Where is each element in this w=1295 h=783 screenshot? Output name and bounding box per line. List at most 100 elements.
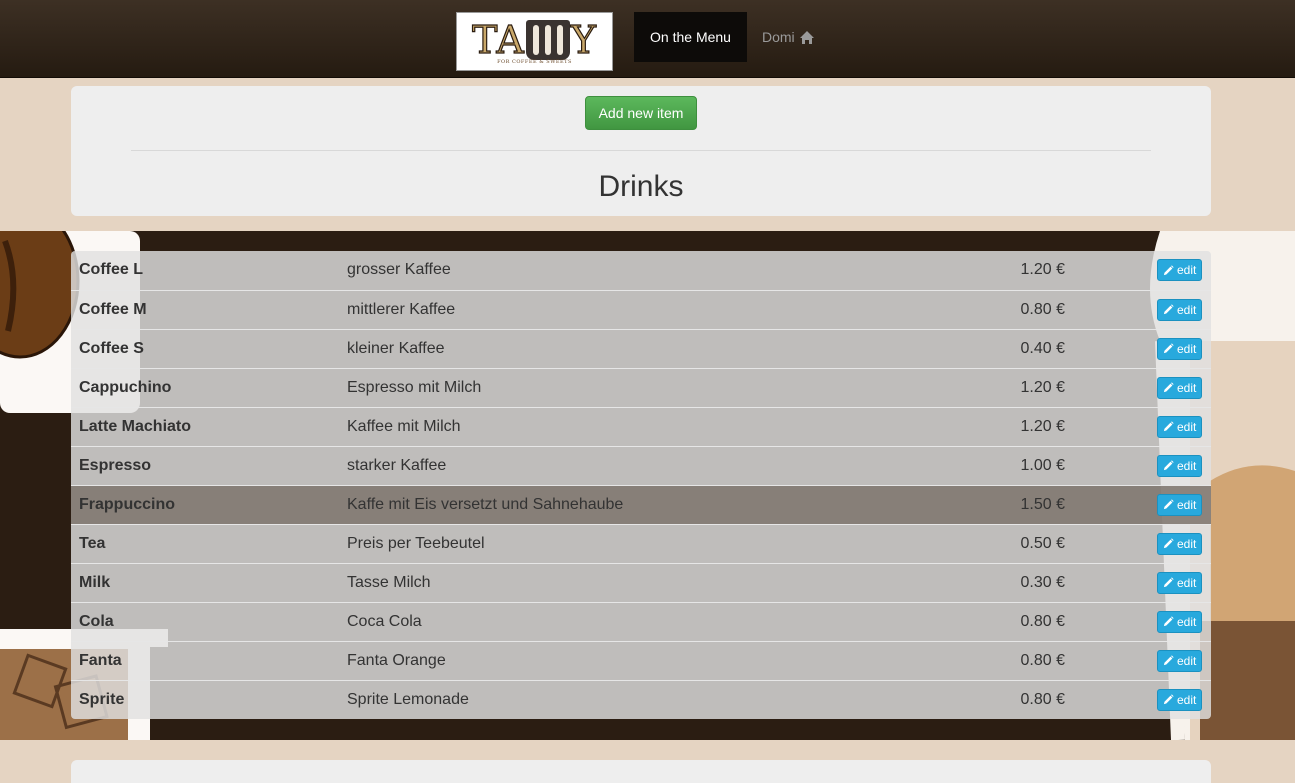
item-price: 0.40 €	[899, 328, 1075, 368]
edit-button[interactable]: edit	[1157, 610, 1203, 633]
edit-label: edit	[1177, 419, 1197, 434]
edit-button[interactable]: edit	[1157, 454, 1203, 477]
pencil-icon	[1163, 577, 1174, 588]
edit-label: edit	[1177, 653, 1197, 668]
edit-button[interactable]: edit	[1157, 259, 1203, 282]
next-section-panel	[71, 760, 1211, 783]
table-row: Sprite Sprite Lemonade 0.80 € edit	[71, 679, 1211, 719]
edit-button[interactable]: edit	[1157, 532, 1203, 555]
edit-label: edit	[1177, 302, 1197, 317]
item-name: Tea	[71, 523, 339, 563]
item-actions: edit	[1075, 679, 1211, 719]
pencil-icon	[1163, 538, 1174, 549]
item-actions: edit	[1075, 445, 1211, 485]
item-name: Frappuccino	[71, 484, 339, 524]
edit-label: edit	[1177, 692, 1197, 707]
add-new-item-button[interactable]: Add new item	[585, 96, 697, 130]
table-row: Espresso starker Kaffee 1.00 € edit	[71, 445, 1211, 485]
item-actions: edit	[1075, 328, 1211, 368]
item-actions: edit	[1075, 484, 1211, 524]
header-divider	[131, 150, 1151, 151]
logo-letters-left: TA	[471, 17, 525, 62]
item-actions: edit	[1075, 562, 1211, 602]
item-price: 0.80 €	[899, 640, 1075, 680]
section-header-panel: Add new item Drinks	[71, 86, 1211, 216]
item-name: Latte Machiato	[71, 406, 339, 446]
edit-label: edit	[1177, 536, 1197, 551]
table-row: Tea Preis per Teebeutel 0.50 € edit	[71, 523, 1211, 563]
item-actions: edit	[1075, 601, 1211, 641]
item-description: starker Kaffee	[339, 445, 899, 485]
item-description: Preis per Teebeutel	[339, 523, 899, 563]
item-price: 0.80 €	[899, 601, 1075, 641]
pencil-icon	[1163, 655, 1174, 666]
edit-button[interactable]: edit	[1157, 649, 1203, 672]
item-price: 0.80 €	[899, 679, 1075, 719]
item-name: Milk	[71, 562, 339, 602]
item-price: 1.20 €	[899, 367, 1075, 407]
logo-subtitle: FOR COFFEE & SWEETS	[497, 58, 572, 65]
item-name: Coffee S	[71, 328, 339, 368]
table-row: Cola Coca Cola 0.80 € edit	[71, 601, 1211, 641]
edit-button[interactable]: edit	[1157, 415, 1203, 438]
item-actions: edit	[1075, 640, 1211, 680]
item-name: Fanta	[71, 640, 339, 680]
edit-button[interactable]: edit	[1157, 337, 1203, 360]
item-actions: edit	[1075, 367, 1211, 407]
item-name: Coffee L	[79, 261, 143, 279]
top-navbar: TA Y FOR COFFEE & SWEETS On the Menu Dom…	[0, 0, 1295, 78]
table-row: Coffee Skleiner Kaffee 0.40 € edit	[71, 328, 1211, 368]
home-icon	[799, 30, 814, 44]
item-actions: edit	[1075, 523, 1211, 563]
item-actions: edit	[1075, 406, 1211, 446]
item-description: Fanta Orange	[339, 640, 899, 680]
nav-tab-on-the-menu[interactable]: On the Menu	[634, 12, 747, 62]
item-price: 0.50 €	[899, 523, 1075, 563]
logo-wordmark: TA Y	[471, 17, 597, 62]
item-description: grosser Kaffee	[347, 261, 451, 279]
pencil-icon	[1163, 343, 1174, 354]
item-price: 0.30 €	[899, 562, 1075, 602]
pencil-icon	[1163, 616, 1174, 627]
item-description: mittlerer Kaffee	[339, 289, 899, 329]
edit-label: edit	[1177, 458, 1197, 473]
item-price: 1.50 €	[899, 484, 1075, 524]
table-row: Frappuccino Kaffe mit Eis versetzt und Sa…	[71, 484, 1211, 524]
pencil-icon	[1163, 499, 1174, 510]
edit-label: edit	[1177, 380, 1197, 395]
item-price: 1.00 €	[899, 445, 1075, 485]
item-description: Coca Cola	[339, 601, 899, 641]
item-price: 1.20 €	[1020, 261, 1065, 279]
item-name: Espresso	[71, 445, 339, 485]
item-name: Coffee M	[71, 289, 339, 329]
nav-user-label: Domi	[762, 29, 795, 45]
item-actions: edit	[1075, 289, 1211, 329]
item-description: kleiner Kaffee	[339, 328, 899, 368]
edit-button[interactable]: edit	[1157, 376, 1203, 399]
item-price: 1.20 €	[899, 406, 1075, 446]
nav-user-link[interactable]: Domi	[762, 12, 815, 62]
edit-label: edit	[1177, 575, 1197, 590]
table-row: Milk Tasse Milch 0.30 € edit	[71, 562, 1211, 602]
edit-label: edit	[1177, 341, 1197, 356]
pencil-icon	[1163, 694, 1174, 705]
pencil-icon	[1163, 421, 1174, 432]
edit-button[interactable]: edit	[1157, 298, 1203, 321]
item-name: Cappuchino	[71, 367, 339, 407]
item-description: Kaffee mit Milch	[339, 406, 899, 446]
section-title: Drinks	[598, 170, 684, 203]
edit-button[interactable]: edit	[1157, 688, 1203, 711]
table-row: Coffee L grosser Kaffee 1.20 € edit	[71, 251, 1211, 290]
item-description: Espresso mit Milch	[339, 367, 899, 407]
item-price: 0.80 €	[899, 289, 1075, 329]
pencil-icon	[1163, 460, 1174, 471]
edit-button[interactable]: edit	[1157, 493, 1203, 516]
pencil-icon	[1163, 265, 1174, 275]
logo-cup-icon	[525, 19, 570, 60]
table-row: Cappuchino Espresso mit Milch 1.20 € edit	[71, 367, 1211, 407]
item-description: Kaffe mit Eis versetzt und Sahnehaube	[339, 484, 899, 524]
tally-logo[interactable]: TA Y FOR COFFEE & SWEETS	[456, 12, 613, 71]
logo-letters-right: Y	[570, 17, 597, 62]
edit-button[interactable]: edit	[1157, 571, 1203, 594]
pencil-icon	[1163, 304, 1174, 315]
